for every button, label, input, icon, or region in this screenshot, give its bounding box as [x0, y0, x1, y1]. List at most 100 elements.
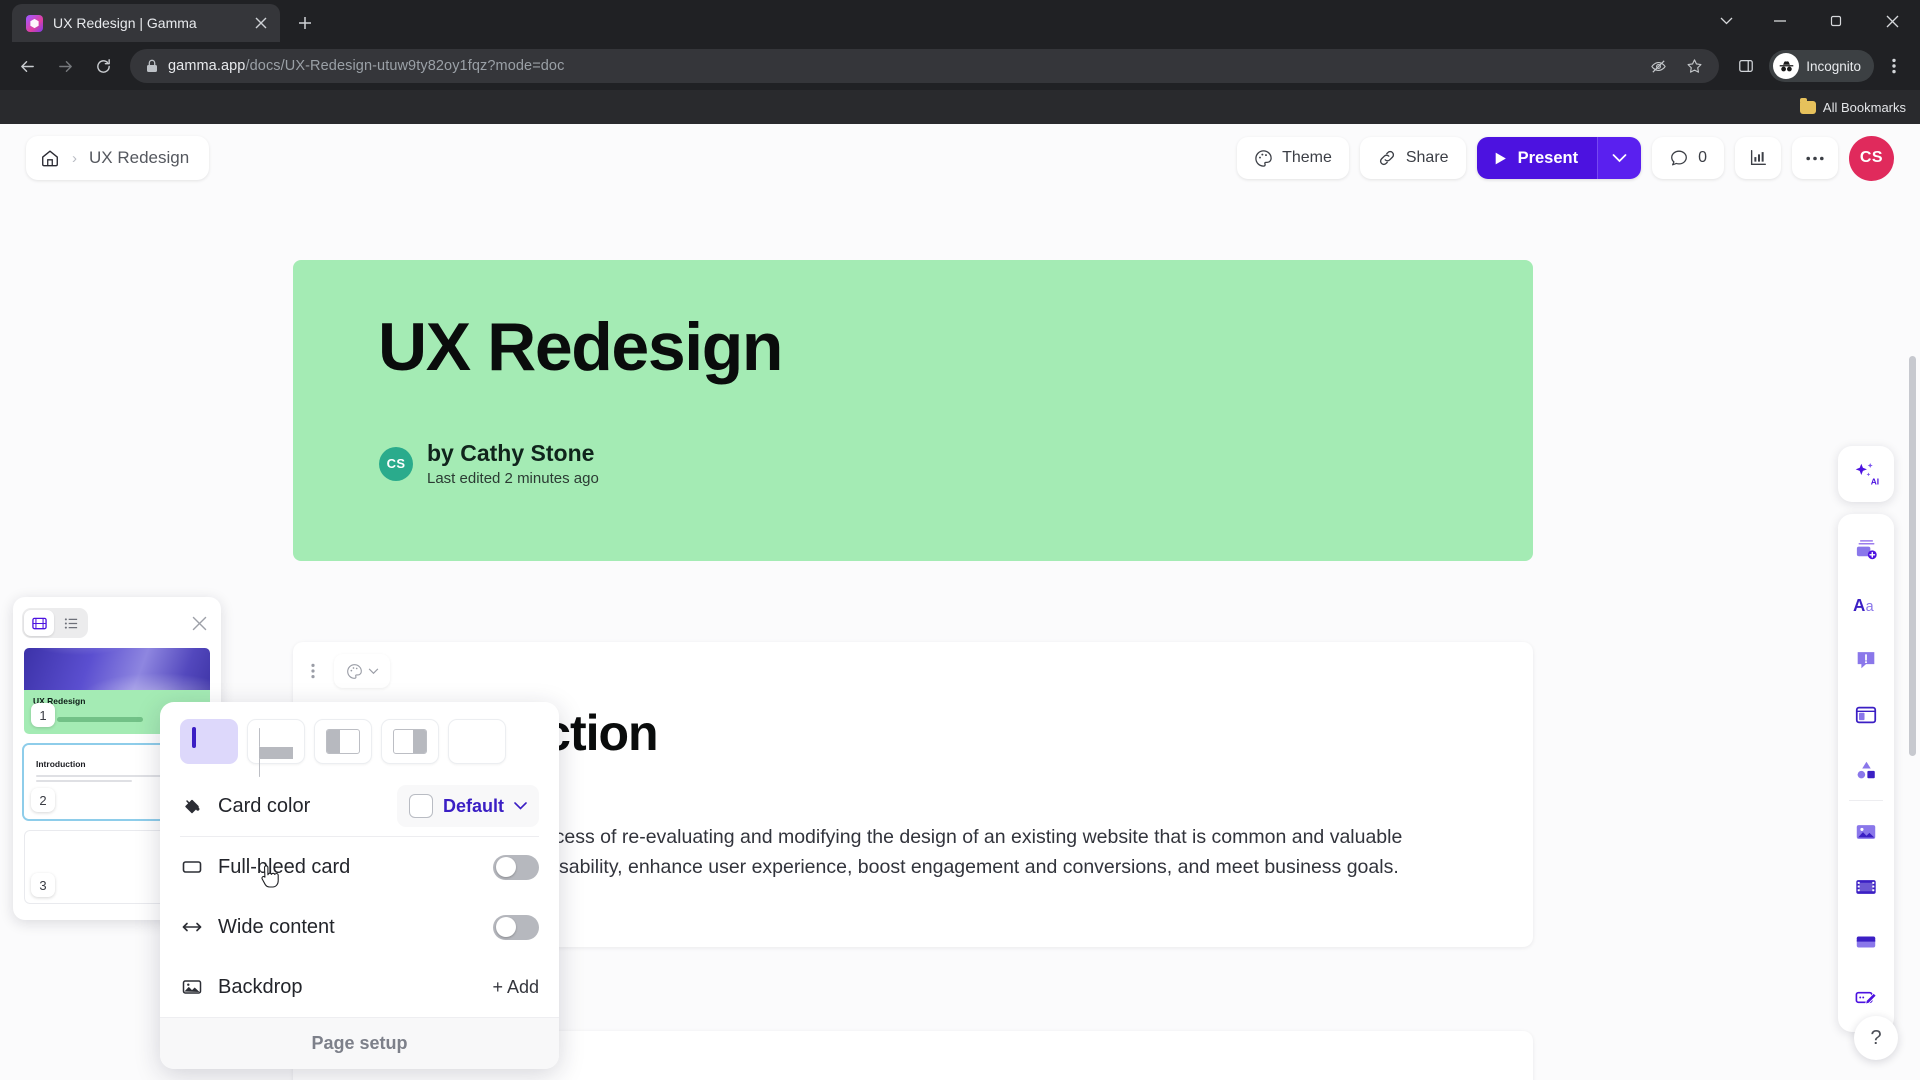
svg-text:a: a: [1865, 599, 1873, 615]
close-tab-icon[interactable]: [250, 12, 272, 34]
layout-solid-fill-icon: [460, 729, 494, 754]
thumbnail-preview-image: [24, 648, 210, 690]
card-toolbar: [300, 654, 390, 688]
page-title: UX Redesign: [378, 309, 783, 385]
backdrop-row: Backdrop + Add: [160, 957, 559, 1017]
profile-chip[interactable]: Incognito: [1769, 50, 1874, 82]
chrome-menu-icon[interactable]: [1878, 49, 1910, 83]
theme-button-label: Theme: [1282, 149, 1332, 166]
vertical-dots-icon[interactable]: [300, 654, 326, 688]
slide-number: 1: [31, 703, 55, 727]
present-dropdown-button[interactable]: [1597, 137, 1642, 179]
all-bookmarks-label: All Bookmarks: [1822, 99, 1906, 115]
theme-button[interactable]: Theme: [1237, 137, 1349, 179]
play-icon: [1495, 152, 1506, 164]
card-settings-popup: Card color Default Full-bleed card Wide …: [160, 702, 559, 1069]
chevron-down-icon[interactable]: [1700, 0, 1752, 42]
folder-icon: [1799, 97, 1816, 114]
address-bar[interactable]: gamma.app/docs/UX-Redesign-utuw9ty82oy1f…: [130, 49, 1720, 83]
vertical-scrollbar[interactable]: [1909, 356, 1916, 756]
layout-option-left-image[interactable]: [314, 719, 372, 764]
more-horizontal-icon: [1806, 156, 1824, 160]
layout-full-width-icon: [192, 727, 226, 754]
comments-button[interactable]: 0: [1652, 137, 1724, 179]
home-icon[interactable]: [40, 148, 60, 168]
palette-icon: [1255, 149, 1272, 167]
list-view-icon[interactable]: [56, 610, 86, 636]
layout-option-top-image[interactable]: [247, 719, 305, 777]
byline: CS by Cathy Stone Last edited 2 minutes …: [379, 440, 599, 487]
user-avatar[interactable]: CS: [1849, 135, 1894, 181]
callout-icon[interactable]: [1842, 632, 1890, 687]
card-color-row: Card color Default: [160, 776, 559, 836]
close-icon[interactable]: [1864, 0, 1920, 42]
eye-off-icon[interactable]: [1645, 53, 1671, 79]
palette-icon[interactable]: [334, 654, 390, 688]
svg-text:A: A: [1853, 596, 1865, 615]
hero-card[interactable]: UX Redesign CS by Cathy Stone Last edite…: [293, 260, 1533, 561]
close-icon[interactable]: [192, 616, 212, 631]
add-card-icon[interactable]: [1842, 522, 1890, 577]
text-aa-icon[interactable]: Aa: [1842, 577, 1890, 632]
thumbnail-placeholder-bar: [57, 717, 143, 722]
embed-icon[interactable]: [1842, 914, 1890, 969]
link-icon: [1379, 150, 1394, 166]
browser-tab[interactable]: UX Redesign | Gamma: [12, 4, 280, 42]
divider: [1849, 800, 1883, 801]
analytics-icon: [1750, 150, 1766, 166]
ai-button[interactable]: AI: [1838, 446, 1894, 502]
toolbar-right: Incognito: [1729, 49, 1910, 83]
restore-icon[interactable]: [1808, 0, 1864, 42]
layout-option-right-image[interactable]: [381, 719, 439, 764]
page-setup-button[interactable]: Page setup: [160, 1017, 559, 1069]
full-bleed-toggle[interactable]: [493, 854, 539, 880]
drawing-icon[interactable]: [1842, 969, 1890, 1024]
card-grid-icon[interactable]: [24, 610, 54, 636]
browser-chrome: UX Redesign | Gamma gamma.app/docs/UX-Re…: [0, 0, 1920, 124]
bookmarks-bar: All Bookmarks: [0, 90, 1920, 124]
comment-icon: [1671, 150, 1688, 166]
breadcrumb[interactable]: › UX Redesign: [26, 136, 210, 180]
wide-content-toggle[interactable]: [493, 914, 539, 940]
tab-title: UX Redesign | Gamma: [53, 15, 197, 31]
share-button[interactable]: Share: [1359, 137, 1466, 179]
layout-option-full-width[interactable]: [180, 719, 238, 764]
window-controls: [1700, 0, 1920, 42]
new-tab-button[interactable]: [288, 6, 322, 40]
more-options-button[interactable]: [1792, 137, 1838, 179]
back-arrow-icon[interactable]: [10, 49, 44, 83]
backdrop-add-button[interactable]: + Add: [492, 977, 539, 998]
present-button[interactable]: Present: [1476, 137, 1598, 179]
breadcrumb-title[interactable]: UX Redesign: [89, 148, 189, 168]
image-icon[interactable]: [1842, 804, 1890, 859]
help-button[interactable]: ?: [1854, 1016, 1898, 1060]
analytics-button[interactable]: [1735, 137, 1781, 179]
layout-options: [160, 702, 559, 777]
full-bleed-row: Full-bleed card: [160, 837, 559, 897]
color-swatch: [408, 794, 433, 818]
lock-icon: [146, 59, 158, 73]
last-edited: Last edited 2 minutes ago: [427, 470, 599, 488]
rectangle-icon: [180, 856, 204, 878]
tab-strip: UX Redesign | Gamma: [0, 0, 1920, 42]
incognito-icon: [1773, 53, 1800, 79]
slide-number: 3: [31, 873, 55, 897]
backdrop-label: Backdrop: [218, 975, 303, 998]
video-icon[interactable]: [1842, 859, 1890, 914]
all-bookmarks-button[interactable]: All Bookmarks: [1799, 97, 1906, 115]
reload-icon[interactable]: [86, 49, 120, 83]
shapes-icon[interactable]: [1842, 742, 1890, 797]
minimize-icon[interactable]: [1752, 0, 1808, 42]
gamma-logo-icon: [26, 14, 43, 32]
star-icon[interactable]: [1681, 53, 1707, 79]
card-color-picker[interactable]: Default: [396, 785, 539, 827]
wide-content-label: Wide content: [218, 915, 335, 938]
forward-arrow-icon[interactable]: [48, 49, 82, 83]
side-panel-icon[interactable]: [1729, 49, 1763, 83]
layout-icon[interactable]: [1842, 687, 1890, 742]
full-bleed-label: Full-bleed card: [218, 855, 351, 878]
thumbnail-panel-header: [22, 606, 212, 640]
author-name: by Cathy Stone: [427, 440, 595, 466]
layout-option-solid-fill[interactable]: [448, 719, 506, 764]
comment-count: 0: [1698, 149, 1707, 166]
